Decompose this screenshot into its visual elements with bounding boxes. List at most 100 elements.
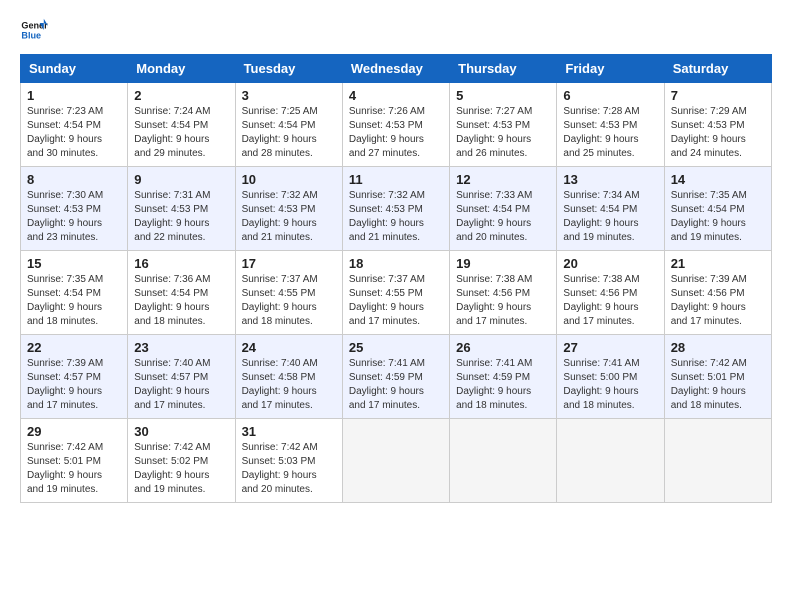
day-info: Sunrise: 7:40 AMSunset: 4:58 PMDaylight:… [242, 358, 318, 411]
day-number: 7 [671, 88, 765, 103]
day-cell [557, 419, 664, 503]
day-cell: 2 Sunrise: 7:24 AMSunset: 4:54 PMDaylight… [128, 83, 235, 167]
day-info: Sunrise: 7:42 AMSunset: 5:02 PMDaylight:… [134, 442, 210, 495]
day-number: 14 [671, 172, 765, 187]
day-cell: 19Sunrise: 7:38 AMSunset: 4:56 PMDayligh… [450, 251, 557, 335]
day-cell: 29 Sunrise: 7:42 AMSunset: 5:01 PMDayligh… [21, 419, 128, 503]
day-info: Sunrise: 7:39 AMSunset: 4:57 PMDaylight:… [27, 358, 103, 411]
svg-text:Blue: Blue [21, 30, 41, 40]
week-row-5: 29 Sunrise: 7:42 AMSunset: 5:01 PMDayligh… [21, 419, 772, 503]
day-cell: 25 Sunrise: 7:41 AMSunset: 4:59 PMDayligh… [342, 335, 449, 419]
day-info: Sunrise: 7:32 AMSunset: 4:53 PMDaylight:… [242, 190, 318, 243]
day-number: 23 [134, 340, 228, 355]
day-info: Sunrise: 7:23 AMSunset: 4:54 PMDaylight:… [27, 106, 103, 159]
day-cell: 22 Sunrise: 7:39 AMSunset: 4:57 PMDayligh… [21, 335, 128, 419]
col-header-wednesday: Wednesday [342, 55, 449, 83]
day-info: Sunrise: 7:42 AMSunset: 5:01 PMDaylight:… [671, 358, 747, 411]
day-info: Sunrise: 7:41 AMSunset: 4:59 PMDaylight:… [349, 358, 425, 411]
day-info: Sunrise: 7:27 AMSunset: 4:53 PMDaylight:… [456, 106, 532, 159]
day-number: 18 [349, 256, 443, 271]
day-cell: 16 Sunrise: 7:36 AMSunset: 4:54 PMDayligh… [128, 251, 235, 335]
day-info: Sunrise: 7:24 AMSunset: 4:54 PMDaylight:… [134, 106, 210, 159]
logo-icon: General Blue [20, 16, 48, 44]
day-cell [342, 419, 449, 503]
logo: General Blue [20, 16, 48, 44]
week-row-1: 1 Sunrise: 7:23 AMSunset: 4:54 PMDaylight… [21, 83, 772, 167]
day-info: Sunrise: 7:42 AMSunset: 5:01 PMDaylight:… [27, 442, 103, 495]
col-header-saturday: Saturday [664, 55, 771, 83]
day-cell: 17 Sunrise: 7:37 AMSunset: 4:55 PMDayligh… [235, 251, 342, 335]
day-cell: 20Sunrise: 7:38 AMSunset: 4:56 PMDayligh… [557, 251, 664, 335]
day-number: 6 [563, 88, 657, 103]
day-cell: 31 Sunrise: 7:42 AMSunset: 5:03 PMDayligh… [235, 419, 342, 503]
day-cell: 12 Sunrise: 7:33 AMSunset: 4:54 PMDayligh… [450, 167, 557, 251]
day-number: 22 [27, 340, 121, 355]
day-info: Sunrise: 7:25 AMSunset: 4:54 PMDaylight:… [242, 106, 318, 159]
col-header-thursday: Thursday [450, 55, 557, 83]
calendar-table: SundayMondayTuesdayWednesdayThursdayFrid… [20, 54, 772, 503]
day-number: 19 [456, 256, 550, 271]
day-info: Sunrise: 7:41 AMSunset: 5:00 PMDaylight:… [563, 358, 639, 411]
day-number: 21 [671, 256, 765, 271]
day-number: 13 [563, 172, 657, 187]
day-number: 29 [27, 424, 121, 439]
day-number: 17 [242, 256, 336, 271]
day-number: 30 [134, 424, 228, 439]
col-header-friday: Friday [557, 55, 664, 83]
day-number: 1 [27, 88, 121, 103]
day-cell: 30 Sunrise: 7:42 AMSunset: 5:02 PMDayligh… [128, 419, 235, 503]
day-info: Sunrise: 7:36 AMSunset: 4:54 PMDaylight:… [134, 274, 210, 327]
day-cell: 11 Sunrise: 7:32 AMSunset: 4:53 PMDayligh… [342, 167, 449, 251]
day-cell: 7 Sunrise: 7:29 AMSunset: 4:53 PMDaylight… [664, 83, 771, 167]
day-number: 20 [563, 256, 657, 271]
day-number: 31 [242, 424, 336, 439]
day-info: Sunrise: 7:39 AMSunset: 4:56 PMDaylight:… [671, 274, 747, 327]
day-number: 3 [242, 88, 336, 103]
week-row-2: 8 Sunrise: 7:30 AMSunset: 4:53 PMDaylight… [21, 167, 772, 251]
day-cell: 4 Sunrise: 7:26 AMSunset: 4:53 PMDaylight… [342, 83, 449, 167]
day-cell: 10Sunrise: 7:32 AMSunset: 4:53 PMDayligh… [235, 167, 342, 251]
day-number: 2 [134, 88, 228, 103]
day-cell: 6 Sunrise: 7:28 AMSunset: 4:53 PMDaylight… [557, 83, 664, 167]
day-cell: 5 Sunrise: 7:27 AMSunset: 4:53 PMDaylight… [450, 83, 557, 167]
day-info: Sunrise: 7:40 AMSunset: 4:57 PMDaylight:… [134, 358, 210, 411]
day-info: Sunrise: 7:29 AMSunset: 4:53 PMDaylight:… [671, 106, 747, 159]
day-cell: 14 Sunrise: 7:35 AMSunset: 4:54 PMDayligh… [664, 167, 771, 251]
day-number: 12 [456, 172, 550, 187]
week-row-4: 22 Sunrise: 7:39 AMSunset: 4:57 PMDayligh… [21, 335, 772, 419]
day-number: 28 [671, 340, 765, 355]
day-cell: 1 Sunrise: 7:23 AMSunset: 4:54 PMDaylight… [21, 83, 128, 167]
day-cell [664, 419, 771, 503]
day-number: 24 [242, 340, 336, 355]
day-info: Sunrise: 7:31 AMSunset: 4:53 PMDaylight:… [134, 190, 210, 243]
day-cell: 26Sunrise: 7:41 AMSunset: 4:59 PMDayligh… [450, 335, 557, 419]
day-info: Sunrise: 7:37 AMSunset: 4:55 PMDaylight:… [242, 274, 318, 327]
day-info: Sunrise: 7:28 AMSunset: 4:53 PMDaylight:… [563, 106, 639, 159]
col-header-sunday: Sunday [21, 55, 128, 83]
day-cell: 23 Sunrise: 7:40 AMSunset: 4:57 PMDayligh… [128, 335, 235, 419]
day-info: Sunrise: 7:30 AMSunset: 4:53 PMDaylight:… [27, 190, 103, 243]
day-number: 15 [27, 256, 121, 271]
week-row-3: 15 Sunrise: 7:35 AMSunset: 4:54 PMDayligh… [21, 251, 772, 335]
day-number: 4 [349, 88, 443, 103]
day-info: Sunrise: 7:33 AMSunset: 4:54 PMDaylight:… [456, 190, 532, 243]
day-number: 25 [349, 340, 443, 355]
day-info: Sunrise: 7:26 AMSunset: 4:53 PMDaylight:… [349, 106, 425, 159]
day-cell: 9 Sunrise: 7:31 AMSunset: 4:53 PMDaylight… [128, 167, 235, 251]
day-cell: 28 Sunrise: 7:42 AMSunset: 5:01 PMDayligh… [664, 335, 771, 419]
day-number: 8 [27, 172, 121, 187]
day-number: 16 [134, 256, 228, 271]
day-info: Sunrise: 7:35 AMSunset: 4:54 PMDaylight:… [671, 190, 747, 243]
day-cell: 18 Sunrise: 7:37 AMSunset: 4:55 PMDayligh… [342, 251, 449, 335]
day-info: Sunrise: 7:41 AMSunset: 4:59 PMDaylight:… [456, 358, 532, 411]
day-number: 9 [134, 172, 228, 187]
day-info: Sunrise: 7:32 AMSunset: 4:53 PMDaylight:… [349, 190, 425, 243]
day-number: 27 [563, 340, 657, 355]
day-number: 11 [349, 172, 443, 187]
day-info: Sunrise: 7:37 AMSunset: 4:55 PMDaylight:… [349, 274, 425, 327]
day-info: Sunrise: 7:35 AMSunset: 4:54 PMDaylight:… [27, 274, 103, 327]
day-cell: 21 Sunrise: 7:39 AMSunset: 4:56 PMDayligh… [664, 251, 771, 335]
day-info: Sunrise: 7:42 AMSunset: 5:03 PMDaylight:… [242, 442, 318, 495]
day-cell: 27 Sunrise: 7:41 AMSunset: 5:00 PMDayligh… [557, 335, 664, 419]
day-number: 5 [456, 88, 550, 103]
